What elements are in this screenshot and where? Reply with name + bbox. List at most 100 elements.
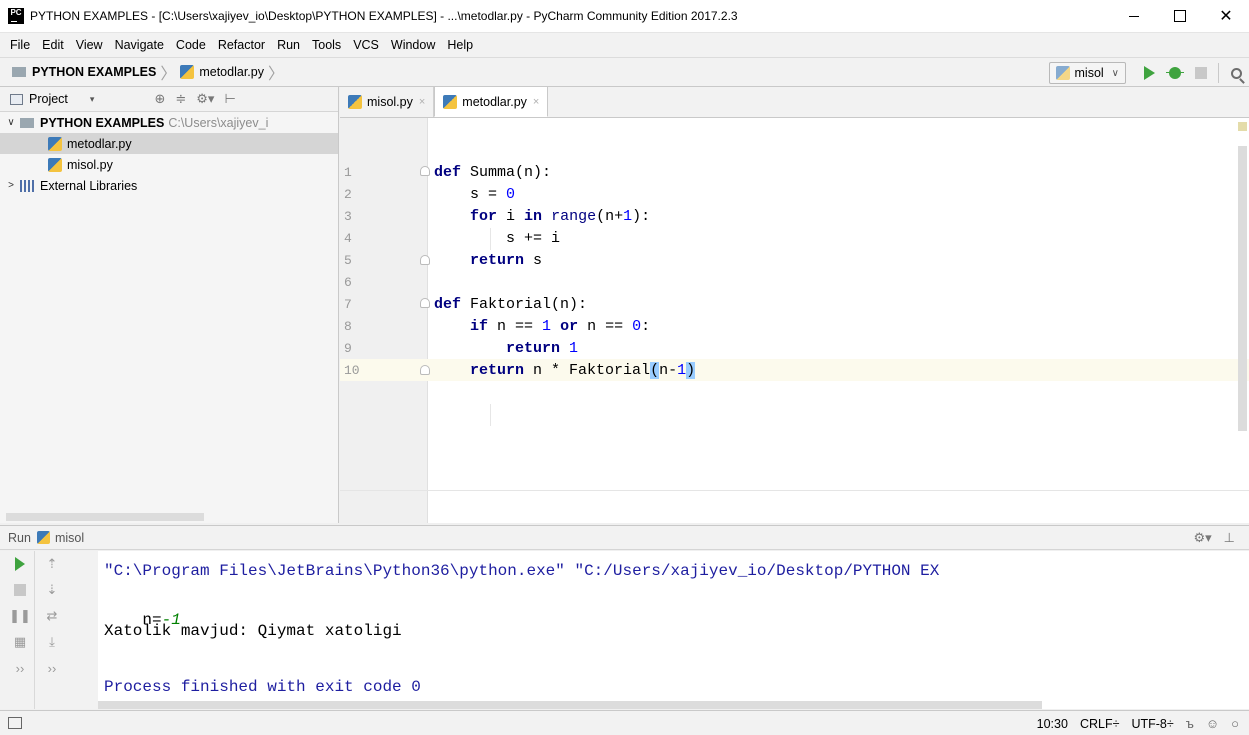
horizontal-scrollbar[interactable] bbox=[6, 513, 204, 521]
close-window-button[interactable]: ✕ bbox=[1203, 0, 1249, 33]
window-title: PYTHON EXAMPLES - [C:\Users\xajiyev_io\D… bbox=[30, 9, 738, 23]
run-button[interactable] bbox=[1136, 62, 1162, 84]
code-text: def Summa(n): bbox=[434, 163, 552, 181]
search-everywhere-button[interactable] bbox=[1223, 62, 1249, 84]
tab-metodlar[interactable]: metodlar.py × bbox=[434, 86, 549, 117]
up-arrow-icon: ⇡ bbox=[46, 556, 58, 571]
menu-code[interactable]: Code bbox=[170, 38, 212, 52]
code-text: if n == 1 or n == 0: bbox=[470, 317, 651, 335]
fold-icon[interactable] bbox=[420, 166, 430, 176]
console-error-line: Xatolik mavjud: Qiymat xatoligi bbox=[104, 622, 402, 640]
run-toolbar: ❚❚ ▦ ›› ⇡ ⇣ ⇄ ⤓ ›› bbox=[0, 551, 98, 709]
folder-icon bbox=[20, 117, 34, 128]
fold-icon[interactable] bbox=[420, 365, 430, 375]
code-text: return 1 bbox=[434, 340, 578, 357]
menu-view[interactable]: View bbox=[70, 38, 109, 52]
console-command-line: "C:\Program Files\JetBrains\Python36\pyt… bbox=[104, 562, 940, 580]
menu-help[interactable]: Help bbox=[441, 38, 479, 52]
breadcrumb-separator: 〉 bbox=[160, 66, 177, 83]
chevron-down-icon[interactable]: ∨ bbox=[4, 117, 18, 128]
tab-misol[interactable]: misol.py × bbox=[340, 87, 435, 117]
hide-panel-icon[interactable]: ⊥ bbox=[1224, 530, 1235, 546]
code-number: 1 bbox=[677, 361, 687, 379]
run-configuration-select[interactable]: misol ∨ bbox=[1048, 62, 1126, 84]
gear-icon[interactable]: ⚙▾ bbox=[196, 91, 214, 107]
menu-vcs[interactable]: VCS bbox=[347, 38, 385, 52]
inspector-icon[interactable]: ☺ bbox=[1206, 716, 1219, 731]
run-icon bbox=[1143, 66, 1155, 80]
stop-button[interactable] bbox=[1188, 62, 1214, 84]
code-builtin: range bbox=[551, 207, 597, 225]
pause-button[interactable]: ❚❚ bbox=[8, 603, 32, 629]
soft-wrap-button[interactable]: ⇄ bbox=[40, 603, 64, 629]
python-file-icon bbox=[48, 136, 62, 151]
down-button[interactable]: ⇣ bbox=[40, 577, 64, 603]
more-button[interactable]: ›› bbox=[8, 655, 32, 681]
lock-icon[interactable]: ъ bbox=[1186, 716, 1194, 731]
breadcrumb-file-label: metodlar.py bbox=[199, 65, 264, 79]
minimize-button[interactable] bbox=[1111, 0, 1157, 33]
locate-icon[interactable]: ⊕ bbox=[154, 91, 165, 107]
line-separator-select[interactable]: CRLF÷ bbox=[1080, 717, 1120, 731]
collapse-all-icon[interactable]: ≑ bbox=[175, 91, 186, 107]
close-tab-icon[interactable]: × bbox=[533, 96, 539, 108]
code-line: 8 if n == 1 or n == 0: bbox=[340, 315, 1249, 337]
tree-item-label: misol.py bbox=[67, 157, 113, 172]
code-text: s += i bbox=[434, 229, 561, 247]
hide-panel-icon[interactable]: ⊢ bbox=[224, 91, 235, 107]
run-console[interactable]: "C:\Program Files\JetBrains\Python36\pyt… bbox=[98, 551, 1249, 709]
indent-guide bbox=[490, 404, 491, 426]
caret-position[interactable]: 10:30 bbox=[1037, 717, 1068, 731]
line-number: 9 bbox=[344, 340, 352, 356]
tool-windows-icon[interactable] bbox=[8, 717, 22, 729]
fold-icon[interactable] bbox=[420, 255, 430, 265]
menu-navigate[interactable]: Navigate bbox=[109, 38, 170, 52]
close-tab-icon[interactable]: × bbox=[419, 96, 425, 108]
debug-button[interactable] bbox=[1162, 62, 1188, 84]
tree-item-metodlar[interactable]: metodlar.py bbox=[0, 133, 338, 154]
breadcrumb-project[interactable]: PYTHON EXAMPLES bbox=[12, 65, 156, 79]
menu-edit[interactable]: Edit bbox=[36, 38, 70, 52]
up-button[interactable]: ⇡ bbox=[40, 551, 64, 577]
run-panel-config[interactable]: misol bbox=[55, 531, 84, 545]
code-text: def Faktorial(n): bbox=[434, 295, 588, 313]
code-keyword: def bbox=[434, 163, 462, 181]
restore-layout-button[interactable]: ▦ bbox=[8, 629, 32, 655]
chevron-right-icon[interactable]: > bbox=[4, 180, 18, 191]
code-editor[interactable]: 1 def Summa(n): 2 s = 0 3 for i in range… bbox=[340, 118, 1249, 523]
more-icon: ›› bbox=[15, 660, 25, 676]
vertical-scrollbar[interactable] bbox=[1238, 146, 1247, 431]
more-icon: ›› bbox=[47, 660, 57, 676]
menu-file[interactable]: File bbox=[4, 38, 36, 52]
maximize-button[interactable] bbox=[1157, 0, 1203, 33]
horizontal-scrollbar[interactable] bbox=[98, 701, 1042, 709]
stop-button[interactable] bbox=[8, 577, 32, 603]
menu-refactor[interactable]: Refactor bbox=[212, 38, 271, 52]
fold-icon[interactable] bbox=[420, 298, 430, 308]
event-log-icon[interactable]: ○ bbox=[1231, 716, 1239, 731]
code-keyword: def bbox=[434, 295, 462, 313]
run-panel-header: Run misol ⚙▾ ⊥ bbox=[0, 525, 1249, 550]
title-bar: PC PYTHON EXAMPLES - [C:\Users\xajiyev_i… bbox=[0, 0, 1249, 33]
rerun-button[interactable] bbox=[8, 551, 32, 577]
code-keyword: if bbox=[470, 317, 489, 335]
tree-item-misol[interactable]: misol.py bbox=[0, 154, 338, 175]
encoding-select[interactable]: UTF-8÷ bbox=[1131, 717, 1173, 731]
inspection-marker[interactable] bbox=[1238, 122, 1247, 131]
chevron-down-icon[interactable]: ▾ bbox=[90, 94, 95, 105]
tree-item-project-root[interactable]: ∨ PYTHON EXAMPLES C:\Users\xajiyev_i bbox=[0, 112, 338, 133]
brace-highlight: ( bbox=[650, 361, 660, 379]
more-button[interactable]: ›› bbox=[40, 655, 64, 681]
menu-tools[interactable]: Tools bbox=[306, 38, 347, 52]
chevron-down-icon: ∨ bbox=[1111, 67, 1119, 79]
code-keyword: or bbox=[560, 317, 579, 335]
scroll-to-end-button[interactable]: ⤓ bbox=[40, 629, 64, 655]
project-view-select[interactable]: Project bbox=[29, 92, 68, 106]
gear-icon[interactable]: ⚙▾ bbox=[1193, 530, 1211, 546]
line-number: 6 bbox=[344, 274, 352, 290]
breadcrumb-file[interactable]: metodlar.py bbox=[180, 65, 264, 79]
menu-window[interactable]: Window bbox=[385, 38, 441, 52]
tree-item-external-libraries[interactable]: > External Libraries bbox=[0, 175, 338, 196]
stop-icon bbox=[14, 584, 26, 596]
menu-run[interactable]: Run bbox=[271, 38, 306, 52]
